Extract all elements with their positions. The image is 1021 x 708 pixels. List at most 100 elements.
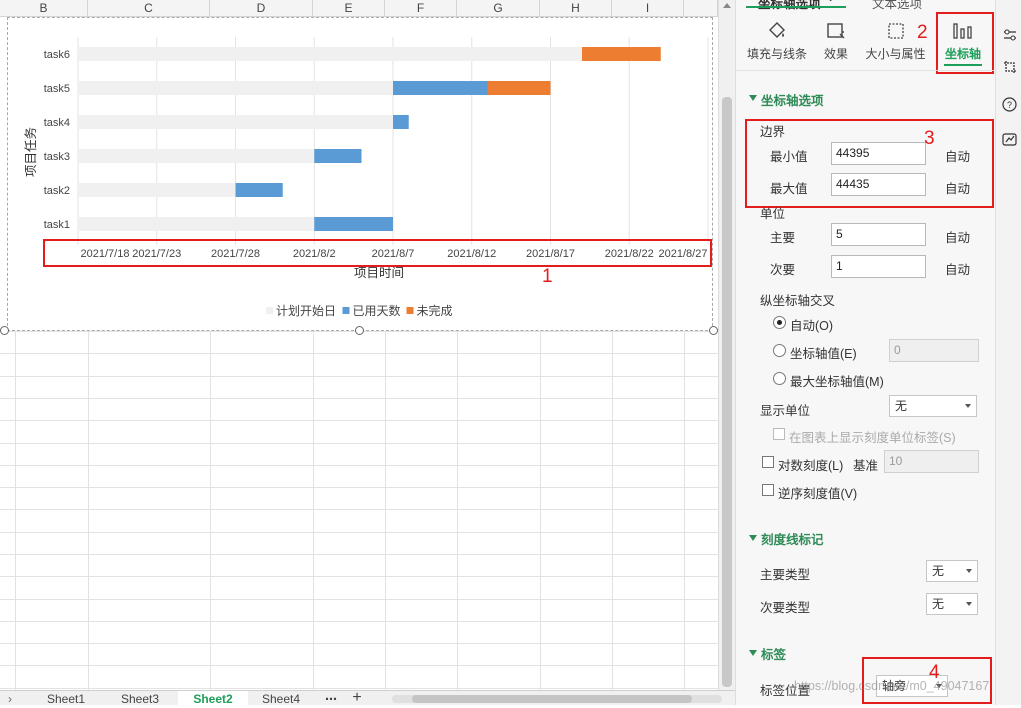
active-tab-underline bbox=[746, 6, 846, 8]
legend-swatch bbox=[342, 307, 350, 314]
row-gridline bbox=[0, 509, 718, 510]
tab-label: 效果 bbox=[823, 47, 848, 61]
column-header[interactable]: I bbox=[612, 0, 684, 17]
tab-scroll-icon[interactable]: › bbox=[4, 691, 16, 706]
bar-task4-series-1[interactable] bbox=[393, 115, 409, 129]
scroll-up-icon[interactable] bbox=[723, 3, 731, 8]
chevron-down-icon[interactable]: ⌄ bbox=[826, 0, 835, 4]
category-label: task2 bbox=[44, 185, 70, 197]
radio-axis-value[interactable] bbox=[773, 344, 786, 357]
chart-icon[interactable] bbox=[1002, 132, 1017, 147]
tab-label: 填充与线条 bbox=[746, 47, 807, 61]
bar-task3-series-0[interactable] bbox=[78, 149, 315, 163]
cross-title: 纵坐标轴交叉 bbox=[760, 294, 836, 308]
bar-task2-series-1[interactable] bbox=[235, 183, 283, 197]
scrollbar-thumb[interactable] bbox=[412, 695, 692, 703]
section-title[interactable]: 刻度线标记 bbox=[761, 529, 824, 548]
bar-task4-series-0[interactable] bbox=[78, 115, 393, 129]
category-label: task4 bbox=[44, 117, 70, 129]
gantt-chart[interactable]: task1 task2 task3 task4 task5 task6 2021/7/18… bbox=[7, 17, 713, 331]
scrollbar-thumb[interactable] bbox=[722, 97, 732, 687]
sheet-tab[interactable]: Sheet1 bbox=[30, 691, 102, 706]
collapse-icon[interactable] bbox=[749, 535, 757, 541]
radio-auto[interactable] bbox=[773, 316, 786, 329]
settings-sliders-icon[interactable] bbox=[1003, 28, 1017, 42]
major-type-select[interactable]: 无 bbox=[926, 560, 978, 582]
column-header[interactable]: D bbox=[210, 0, 313, 17]
minor-auto-button[interactable]: 自动 bbox=[945, 259, 970, 278]
bar-task5-series-0[interactable] bbox=[78, 81, 393, 95]
ellipsis-icon[interactable]: ⋯ bbox=[320, 691, 342, 706]
column-header[interactable]: G bbox=[457, 0, 540, 17]
fill-bucket-icon bbox=[769, 22, 785, 38]
section-title[interactable]: 坐标轴选项 bbox=[761, 90, 824, 109]
collapse-icon[interactable] bbox=[749, 650, 757, 656]
sheet-tab-active[interactable]: Sheet2 bbox=[178, 691, 248, 706]
tab-label: 大小与属性 bbox=[865, 47, 926, 61]
radio-max-value-label[interactable]: 最大坐标轴值(M) bbox=[790, 371, 884, 390]
major-unit-input[interactable]: 5 bbox=[831, 223, 926, 246]
size-properties-icon bbox=[887, 23, 904, 39]
row-gridline bbox=[0, 665, 718, 666]
sheet-tab[interactable]: Sheet4 bbox=[250, 691, 312, 706]
minor-type-select[interactable]: 无 bbox=[926, 593, 978, 615]
legend-swatch bbox=[266, 307, 273, 314]
radio-auto-label[interactable]: 自动(O) bbox=[790, 315, 833, 334]
log-scale-label[interactable]: 对数刻度(L) bbox=[778, 455, 843, 474]
major-auto-button[interactable]: 自动 bbox=[945, 227, 970, 246]
row-gridline bbox=[0, 643, 718, 644]
annotation-box-axis bbox=[43, 239, 712, 267]
resize-handle[interactable] bbox=[709, 326, 718, 335]
major-type-label: 主要类型 bbox=[760, 568, 811, 582]
reverse-checkbox[interactable] bbox=[762, 484, 774, 496]
bar-task1-series-0[interactable] bbox=[78, 217, 315, 231]
column-header[interactable]: E bbox=[313, 0, 385, 17]
tab-effects[interactable]: 效果 bbox=[816, 17, 856, 65]
bar-task2-series-0[interactable] bbox=[78, 183, 236, 197]
bar-task6-series-0[interactable] bbox=[78, 47, 582, 61]
section-title[interactable]: 标签 bbox=[761, 644, 786, 663]
crop-icon[interactable] bbox=[1003, 60, 1017, 74]
display-units-select[interactable]: 无 bbox=[889, 395, 977, 417]
spreadsheet-grid[interactable]: B C D E F G H I task1 task2 task3 task4 task… bbox=[0, 0, 718, 690]
collapse-icon[interactable] bbox=[749, 95, 757, 101]
select-value: 无 bbox=[895, 399, 908, 413]
horizontal-scrollbar[interactable] bbox=[392, 695, 722, 703]
bar-task3-series-1[interactable] bbox=[314, 149, 362, 163]
row-gridline bbox=[0, 554, 718, 555]
log-scale-checkbox[interactable] bbox=[762, 456, 774, 468]
show-units-checkbox[interactable] bbox=[773, 428, 785, 440]
bar-task5-series-2[interactable] bbox=[487, 81, 551, 95]
row-gridline bbox=[0, 443, 718, 444]
resize-handle[interactable] bbox=[0, 326, 9, 335]
column-header[interactable]: C bbox=[88, 0, 210, 17]
column-header[interactable]: F bbox=[385, 0, 457, 17]
radio-axis-value-label[interactable]: 坐标轴值(E) bbox=[790, 343, 857, 362]
reverse-label[interactable]: 逆序刻度值(V) bbox=[778, 483, 857, 502]
sheet-tab[interactable]: Sheet3 bbox=[104, 691, 176, 706]
bar-task6-series-2[interactable] bbox=[582, 47, 661, 61]
legend-swatch bbox=[406, 307, 414, 314]
row-gridline bbox=[0, 532, 718, 533]
column-header[interactable]: B bbox=[0, 0, 88, 17]
plus-icon[interactable]: + bbox=[346, 690, 368, 706]
row-gridline bbox=[0, 376, 718, 377]
tab-text-options[interactable]: 文本选项 bbox=[872, 0, 922, 12]
row-gridline bbox=[0, 576, 718, 577]
category-label: task1 bbox=[44, 219, 70, 231]
axis-value-input[interactable]: 0 bbox=[889, 339, 979, 362]
radio-max-value[interactable] bbox=[773, 372, 786, 385]
log-base-input[interactable]: 10 bbox=[884, 450, 979, 473]
vertical-scrollbar[interactable] bbox=[718, 0, 735, 690]
watermark: https://blog.csdn.net/m0_49047167 bbox=[794, 679, 990, 693]
column-header[interactable] bbox=[684, 0, 718, 17]
minor-unit-input[interactable]: 1 bbox=[831, 255, 926, 278]
bar-task5-series-1[interactable] bbox=[393, 81, 488, 95]
legend-label: 未完成 bbox=[417, 303, 453, 318]
column-header[interactable]: H bbox=[540, 0, 612, 17]
x-axis-title: 项目时间 bbox=[354, 266, 404, 280]
bar-task1-series-1[interactable] bbox=[314, 217, 393, 231]
tab-fill-line[interactable]: 填充与线条 bbox=[741, 17, 813, 65]
help-icon[interactable]: ? bbox=[1002, 97, 1017, 112]
resize-handle[interactable] bbox=[355, 326, 364, 335]
